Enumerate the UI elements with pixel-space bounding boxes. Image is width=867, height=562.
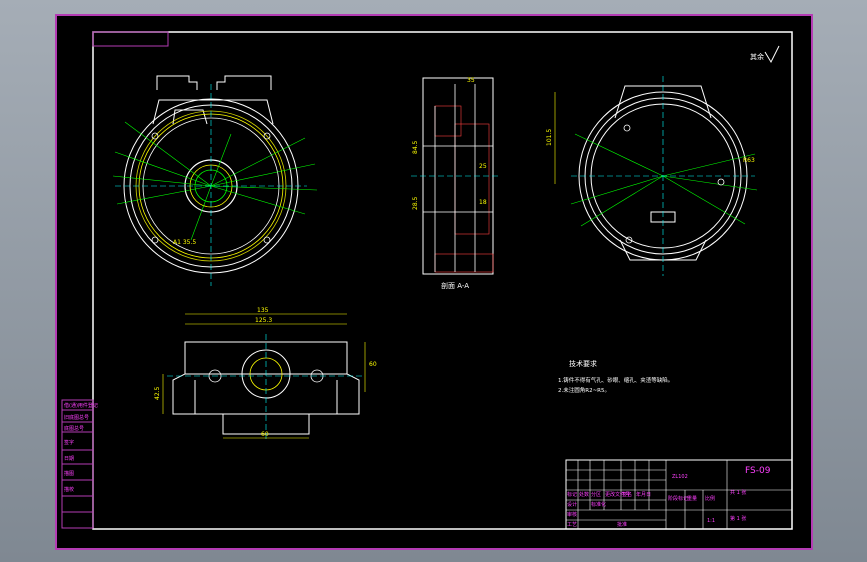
tb-label: 比例 [705, 495, 715, 502]
title-block: 标记 处数 分区 更改文件号 签名 年月日 设计 标准化 审核 工艺 批准 阶段… [565, 459, 793, 530]
surface-finish-mark: 其余 [750, 45, 780, 64]
stamp-label: 借(通)用件登记 [64, 402, 98, 409]
notes-title: 技术要求 [569, 359, 597, 368]
section-view: 35 25 18 84.5 28.5 剖面 A-A [411, 77, 501, 290]
cad-drawing: 借(通)用件登记 旧底图总号 底图总号 签字 日期 描图 描校 其余 A1 35… [55, 14, 813, 550]
dim-label: 28.5 [412, 196, 419, 210]
dim-label: 42.5 [154, 386, 161, 400]
technical-notes: 技术要求 1.铸件不得有气孔、砂眼、缩孔、夹渣等缺陷。 2.未注圆角R2~R5。 [558, 359, 673, 394]
dim-label: 101.5 [546, 129, 553, 146]
dim-label: 84.5 [412, 140, 419, 154]
back-view: 101.5 R63 [546, 76, 758, 276]
tb-label: 处数 [579, 491, 589, 498]
dim-label: 60 [369, 361, 377, 368]
stamp-label: 签字 [64, 439, 74, 446]
notes-line: 1.铸件不得有气孔、砂眼、缩孔、夹渣等缺陷。 [558, 376, 673, 384]
hatch [434, 105, 494, 273]
stamp-label: 描图 [64, 470, 74, 477]
notes-line: 2.未注圆角R2~R5。 [558, 386, 610, 394]
bottom-view: 135 125.3 60 42.5 60 [154, 307, 377, 442]
dim-label: R63 [743, 157, 755, 164]
tb-label: 标准化 [591, 501, 606, 508]
tb-scale: 1:1 [707, 518, 715, 524]
stamp-label: 描校 [64, 486, 74, 493]
tb-sheet-no: 第 1 张 [730, 515, 746, 522]
code-box [92, 31, 169, 47]
section-label: 剖面 A-A [441, 281, 469, 290]
tb-label: 设计 [567, 501, 577, 508]
tb-label: 工艺 [567, 522, 577, 528]
dim-label: 25 [479, 163, 487, 170]
tb-label: 签名 [622, 491, 632, 498]
drawing-canvas[interactable]: 借(通)用件登记 旧底图总号 底图总号 签字 日期 描图 描校 其余 A1 35… [55, 14, 813, 550]
tb-label: 审核 [567, 511, 577, 518]
center-lines [115, 84, 307, 286]
stamp-label: 底图总号 [64, 425, 84, 432]
tb-material: ZL102 [672, 474, 688, 480]
dim-label: A1 35.5 [173, 239, 196, 246]
tb-label: 分区 [591, 491, 601, 498]
dimension-leaders [112, 121, 318, 241]
outer-frame [55, 14, 813, 550]
cad-viewer-background: 借(通)用件登记 旧底图总号 底图总号 签字 日期 描图 描校 其余 A1 35… [0, 0, 867, 562]
stamp-label: 日期 [64, 456, 74, 462]
tb-label: 标记 [567, 491, 577, 498]
drawing-number: FS-09 [745, 466, 771, 476]
front-view: A1 35.5 [112, 75, 318, 286]
svg-text:其余: 其余 [750, 52, 764, 61]
dim-label: 18 [479, 199, 487, 206]
dim-label: 125.3 [255, 317, 272, 324]
tb-label: 重量 [687, 495, 697, 502]
tb-label: 阶段标记 [668, 495, 688, 502]
dim-label: 135 [257, 307, 269, 314]
dim-label: 35 [467, 77, 475, 84]
dim-label: 60 [261, 431, 269, 438]
stamp-label: 旧底图总号 [64, 414, 89, 421]
tb-label: 批准 [617, 521, 627, 528]
tb-sheets: 共 1 张 [730, 489, 746, 496]
tb-label: 年月日 [636, 491, 651, 498]
